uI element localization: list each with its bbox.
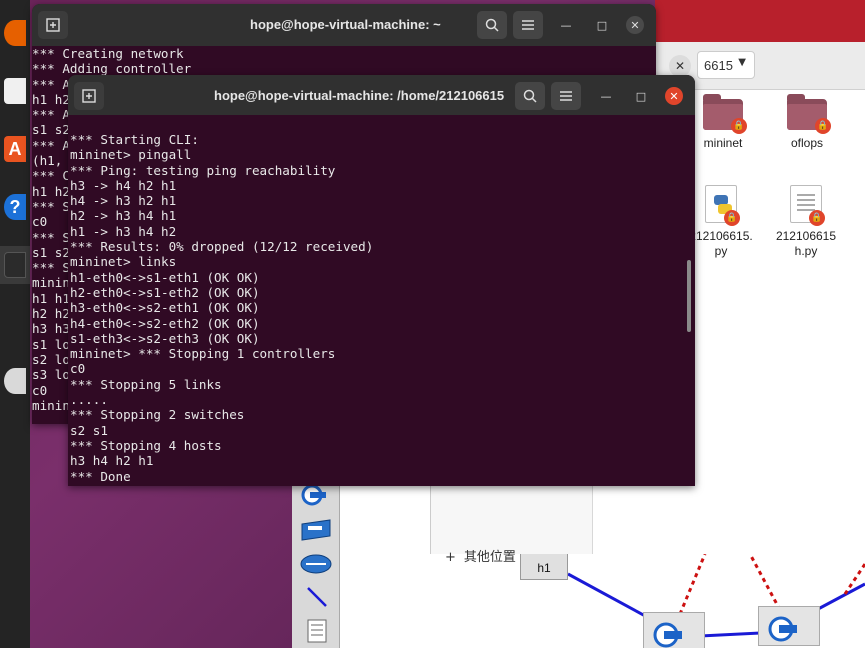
switch-node[interactable]: [758, 606, 820, 646]
terminal-line: h4 -> h3 h2 h1: [70, 193, 177, 209]
terminal-line: s1-eth3<->s2-eth3 (OK OK): [70, 330, 260, 346]
terminal-line: *** Starting CLI:: [70, 132, 199, 147]
sidebar-item-label: 其他位置: [463, 549, 516, 564]
miniedit-toolbar: [292, 478, 340, 648]
terminal-line: *** Creating network: [32, 46, 184, 61]
file-name: mininet: [703, 136, 743, 150]
new-tab-icon[interactable]: [74, 82, 104, 110]
ubuntu-software-icon[interactable]: A: [0, 130, 30, 168]
plus-icon: +: [445, 550, 456, 565]
new-tab-icon[interactable]: [38, 11, 68, 39]
miniedit-canvas-top: [340, 485, 430, 555]
python-file-icon: 🔒: [705, 185, 740, 226]
text-file-icon: 🔒: [790, 185, 825, 226]
link-tool-icon[interactable]: [296, 582, 336, 612]
files-icon[interactable]: [0, 72, 30, 110]
background-window-titlebar: [655, 0, 865, 42]
terminal-line: *** Ping: testing ping reachability: [70, 162, 336, 178]
terminal-line: *** Results: 0% dropped (12/12 received): [70, 239, 374, 255]
close-icon[interactable]: ✕: [665, 87, 683, 105]
switch-tool-icon[interactable]: [296, 514, 336, 544]
netlist-tool-icon[interactable]: [296, 616, 336, 646]
path-button[interactable]: 6615 ▼: [697, 51, 755, 79]
terminal-line: *** Stopping 4 hosts: [70, 437, 222, 453]
search-icon[interactable]: [515, 82, 545, 110]
terminal-header: hope@hope-virtual-machine: ~ — □ ✕: [32, 4, 656, 46]
folder-icon: 🔒: [787, 94, 831, 134]
scrollbar[interactable]: [687, 260, 691, 332]
terminal-line: c0: [70, 361, 86, 377]
dvd-icon[interactable]: [0, 362, 30, 400]
front-terminal-window[interactable]: hope@hope-virtual-machine: /home/2121066…: [68, 75, 695, 486]
terminal-line: mininet> pingall: [70, 147, 192, 163]
terminal-line: mininet> *** Stopping 1 controllers: [70, 346, 336, 362]
host-label: h1: [537, 561, 551, 575]
terminal-line: .....: [70, 392, 108, 408]
close-icon[interactable]: ✕: [626, 16, 644, 34]
terminal-line: h3 -> h4 h2 h1: [70, 177, 177, 193]
minimize-icon[interactable]: —: [597, 87, 615, 105]
file-name: 212106615 h.py: [775, 229, 837, 258]
minimize-icon[interactable]: —: [557, 16, 575, 34]
lock-icon: 🔒: [809, 210, 825, 226]
router-tool-icon[interactable]: [296, 548, 336, 578]
lock-icon: 🔒: [815, 118, 831, 134]
terminal-line: *** Stopping 2 switches: [70, 407, 245, 423]
terminal-output[interactable]: *** Starting CLI: mininet> pingall *** Pin…: [68, 132, 695, 484]
help-icon[interactable]: ?: [0, 188, 30, 226]
terminal-line: h4-eth0<->s2-eth2 (OK OK): [70, 315, 260, 331]
folder-icon: 🔒: [703, 94, 747, 134]
dock: A ?: [0, 0, 30, 648]
menu-icon[interactable]: [551, 82, 581, 110]
terminal-header: hope@hope-virtual-machine: /home/2121066…: [68, 75, 695, 115]
file-item-text[interactable]: 🔒 212106615 h.py: [766, 185, 846, 259]
terminal-line: h1-eth0<->s1-eth1 (OK OK): [70, 269, 260, 285]
terminal-line: h3 h4 h2 h1: [70, 453, 154, 469]
window-title: hope@hope-virtual-machine: /home/2121066…: [214, 88, 505, 103]
close-icon[interactable]: ✕: [669, 55, 691, 77]
lock-icon: 🔒: [724, 210, 740, 226]
window-title: hope@hope-virtual-machine: ~: [250, 17, 441, 32]
host-node-h1[interactable]: h1: [520, 552, 568, 580]
terminal-line: h2 -> h3 h4 h1: [70, 208, 177, 224]
terminal-line: *** Done: [70, 468, 131, 484]
terminal-line: mininet> links: [70, 254, 177, 270]
lock-icon: 🔒: [731, 118, 747, 134]
maximize-icon[interactable]: □: [593, 16, 611, 34]
maximize-icon[interactable]: □: [632, 87, 650, 105]
file-name: oflops: [790, 136, 824, 150]
menu-icon[interactable]: [513, 11, 543, 39]
terminal-line: h2-eth0<->s1-eth2 (OK OK): [70, 284, 260, 300]
file-item-mininet[interactable]: 🔒 mininet: [683, 94, 763, 151]
sidebar-item-other-locations[interactable]: + 其他位置: [445, 546, 516, 565]
path-label: 6615: [704, 58, 733, 73]
search-icon[interactable]: [477, 11, 507, 39]
file-item-oflops[interactable]: 🔒 oflops: [767, 94, 847, 151]
terminal-line: h1 -> h3 h4 h2: [70, 223, 177, 239]
chevron-down-icon: ▼: [738, 57, 746, 68]
terminal-line: h3-eth0<->s2-eth1 (OK OK): [70, 300, 260, 316]
terminal-line: *** Stopping 5 links: [70, 376, 222, 392]
terminal-line: s2 s1: [70, 422, 108, 438]
switch-node[interactable]: [643, 612, 705, 648]
terminal-icon[interactable]: [0, 246, 30, 284]
firefox-icon[interactable]: [0, 14, 30, 52]
